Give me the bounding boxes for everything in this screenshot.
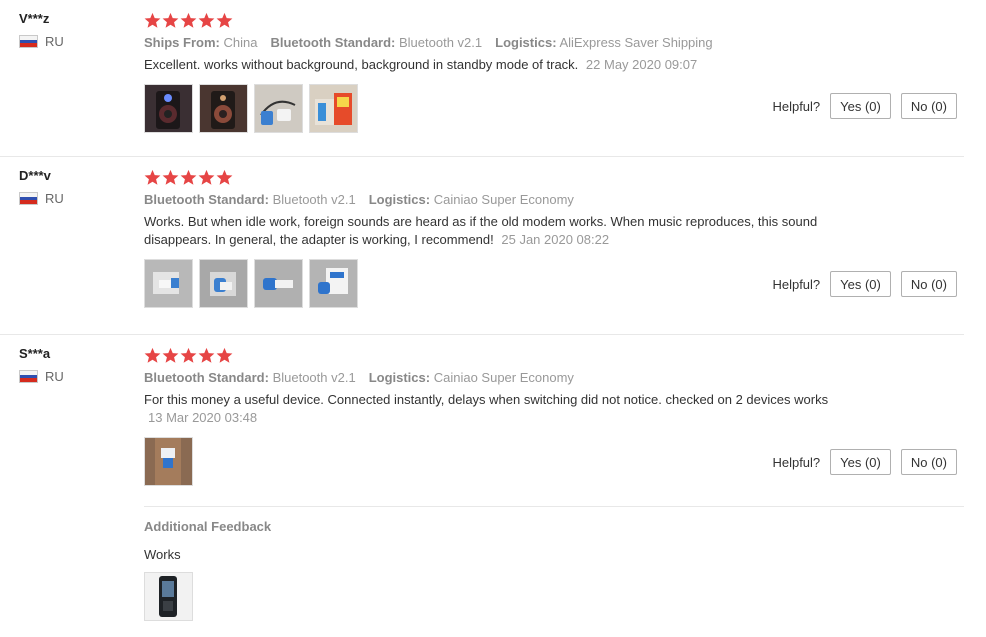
review-photo[interactable] bbox=[144, 84, 193, 133]
star-rating bbox=[144, 345, 964, 365]
review-photo[interactable] bbox=[199, 84, 248, 133]
review-item: D***v RU Bluetooth Standard: Bluetooth v… bbox=[0, 157, 964, 335]
star-icon bbox=[198, 12, 215, 28]
review-date: 25 Jan 2020 08:22 bbox=[501, 232, 610, 247]
star-icon bbox=[162, 347, 179, 363]
helpful-label: Helpful? bbox=[772, 454, 821, 470]
reviewer-name: V***z bbox=[19, 11, 50, 26]
additional-feedback-photos bbox=[144, 572, 964, 621]
country-code: RU bbox=[45, 191, 64, 206]
helpful-label: Helpful? bbox=[772, 98, 821, 114]
review-photo[interactable] bbox=[144, 259, 193, 308]
review-text: Works. But when idle work, foreign sound… bbox=[144, 214, 818, 247]
meta-logistics: Logistics: Cainiao Super Economy bbox=[368, 192, 574, 207]
helpful-yes-button[interactable]: Yes (0) bbox=[830, 449, 891, 475]
reviewer-info: S***a RU bbox=[19, 346, 129, 384]
review-photo[interactable] bbox=[199, 259, 248, 308]
review-photo[interactable] bbox=[309, 259, 358, 308]
star-icon bbox=[216, 169, 233, 185]
star-icon bbox=[180, 12, 197, 28]
russia-flag-icon bbox=[19, 192, 38, 205]
reviewer-info: V***z RU bbox=[19, 11, 129, 49]
russia-flag-icon bbox=[19, 370, 38, 383]
review-photo[interactable] bbox=[254, 259, 303, 308]
country-code: RU bbox=[45, 34, 64, 49]
reviewer-country: RU bbox=[19, 369, 129, 384]
meta-logistics: Logistics: Cainiao Super Economy bbox=[368, 370, 574, 385]
star-icon bbox=[180, 347, 197, 363]
review-photo[interactable] bbox=[254, 84, 303, 133]
review-date: 13 Mar 2020 03:48 bbox=[148, 410, 258, 425]
reviewer-name: D***v bbox=[19, 168, 51, 183]
helpful-no-button[interactable]: No (0) bbox=[900, 271, 957, 297]
review-meta: Bluetooth Standard: Bluetooth v2.1 Logis… bbox=[144, 370, 964, 385]
star-rating bbox=[144, 167, 964, 187]
russia-flag-icon bbox=[19, 35, 38, 48]
helpful-yes-button[interactable]: Yes (0) bbox=[830, 271, 891, 297]
helpful-label: Helpful? bbox=[772, 276, 821, 292]
star-icon bbox=[198, 169, 215, 185]
review-text: Excellent. works without background, bac… bbox=[144, 57, 698, 72]
review-meta: Bluetooth Standard: Bluetooth v2.1 Logis… bbox=[144, 192, 964, 207]
review-meta: Ships From: China Bluetooth Standard: Bl… bbox=[144, 35, 964, 50]
reviewer-name: S***a bbox=[19, 346, 51, 361]
review-date: 22 May 2020 09:07 bbox=[585, 57, 698, 72]
review-photo[interactable] bbox=[309, 84, 358, 133]
meta-bluetooth-standard: Bluetooth Standard: Bluetooth v2.1 bbox=[144, 370, 356, 385]
star-icon bbox=[216, 347, 233, 363]
additional-feedback-text: Works bbox=[144, 547, 181, 562]
review-photo[interactable] bbox=[144, 437, 193, 486]
star-icon bbox=[162, 12, 179, 28]
star-icon bbox=[144, 169, 161, 185]
star-icon bbox=[144, 12, 161, 28]
star-icon bbox=[144, 347, 161, 363]
helpful-no-button[interactable]: No (0) bbox=[900, 449, 957, 475]
reviewer-country: RU bbox=[19, 191, 129, 206]
review-text: For this money a useful device. Connecte… bbox=[144, 392, 829, 425]
star-icon bbox=[162, 169, 179, 185]
country-code: RU bbox=[45, 369, 64, 384]
reviewer-info: D***v RU bbox=[19, 168, 129, 206]
helpful-voting: Helpful? Yes (0) No (0) bbox=[772, 93, 957, 119]
review-photo[interactable] bbox=[144, 572, 193, 621]
star-icon bbox=[180, 169, 197, 185]
meta-logistics: Logistics: AliExpress Saver Shipping bbox=[495, 35, 713, 50]
star-icon bbox=[216, 12, 233, 28]
additional-feedback: Additional Feedback Works bbox=[144, 506, 964, 621]
additional-feedback-title: Additional Feedback bbox=[144, 519, 272, 534]
star-icon bbox=[198, 347, 215, 363]
review-item: V***z RU Ships From: China Bluetooth Sta… bbox=[0, 0, 964, 157]
star-rating bbox=[144, 10, 964, 30]
meta-bluetooth-standard: Bluetooth Standard: Bluetooth v2.1 bbox=[270, 35, 483, 50]
reviewer-country: RU bbox=[19, 34, 129, 49]
review-item: S***a RU Bluetooth Standard: Bluetooth v… bbox=[0, 335, 964, 637]
meta-bluetooth-standard: Bluetooth Standard: Bluetooth v2.1 bbox=[144, 192, 356, 207]
helpful-yes-button[interactable]: Yes (0) bbox=[830, 93, 891, 119]
helpful-voting: Helpful? Yes (0) No (0) bbox=[772, 271, 957, 297]
helpful-voting: Helpful? Yes (0) No (0) bbox=[772, 449, 957, 475]
helpful-no-button[interactable]: No (0) bbox=[900, 93, 957, 119]
meta-ships-from: Ships From: China bbox=[144, 35, 258, 50]
